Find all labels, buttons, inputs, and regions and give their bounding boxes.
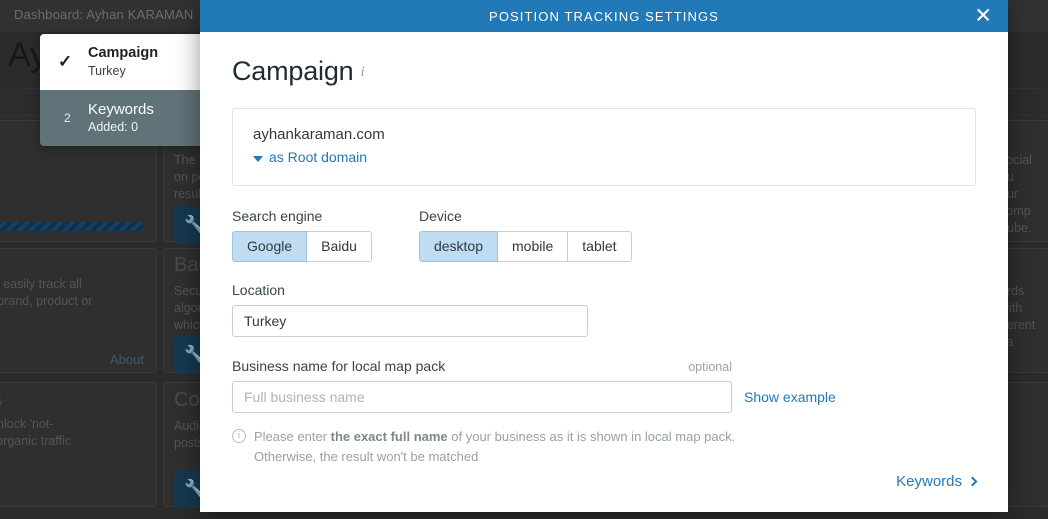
background-topbar-title: Dashboard: Ayhan KARAMAN [14,7,194,22]
step-title-campaign: Campaign [88,45,159,61]
next-step-keywords-button[interactable]: Keywords [896,473,978,490]
position-tracking-settings-dialog: POSITION TRACKING SETTINGS ✕ Campaign i a… [200,0,1008,512]
dialog-footer: Keywords [200,473,1008,512]
page-title-text: Campaign [232,56,354,86]
device-option-tablet[interactable]: tablet [567,230,632,262]
business-name-input[interactable] [232,380,732,413]
domain-type-selector[interactable]: as Root domain [253,149,367,165]
domain-type-label: as Root domain [269,149,368,165]
hint-prefix: Please enter [254,428,331,444]
step-check-icon: ✓ [58,52,73,71]
background-card-text: ounts to unlock 'not- he actual organic … [0,417,72,448]
background-progress-bar [0,222,145,231]
device-segmented-control: desktop mobile tablet [418,230,632,262]
next-step-label: Keywords [896,473,962,490]
device-option-desktop[interactable]: desktop [418,230,499,262]
location-input[interactable] [232,304,588,337]
engine-device-row: Search engine Google Baidu Device deskto… [232,208,976,262]
search-engine-label: Search engine [232,207,323,224]
location-block: Location [232,282,976,337]
location-label: Location [232,281,285,298]
business-input-row: Show example [232,380,976,413]
search-engine-block: Search engine Google Baidu [232,208,372,262]
business-label-row: Business name for local map pack optiona… [232,358,732,381]
dialog-header: POSITION TRACKING SETTINGS ✕ [200,0,1008,32]
chevron-right-icon [967,476,978,486]
step-subtitle-campaign: Turkey [88,64,126,78]
business-name-block: Business name for local map pack optiona… [232,358,976,413]
domain-card: ayhankaraman.com as Root domain [232,108,976,186]
close-icon[interactable]: ✕ [974,5,992,27]
dialog-title: POSITION TRACKING SETTINGS [489,8,719,24]
hint-bold: the exact full name [330,428,448,444]
wizard-steps: ✓ Campaign Turkey 2 Keywords Added: 0 [40,34,203,146]
background-card-about-link: About [110,352,144,367]
device-block: Device desktop mobile tablet [418,207,632,262]
device-label: Device [418,207,462,224]
chevron-down-icon [253,155,263,162]
search-engine-option-google[interactable]: Google [232,230,308,262]
business-name-hint-text: Please enter the exact full name of your… [254,427,754,467]
background-card-title: s [0,389,2,412]
step-title-keywords: Keywords [88,101,154,118]
step-subtitle-keywords: Added: 0 [88,120,139,134]
background-card-text: ows you to easily track all mpetitors' b… [0,277,93,308]
sidebar-item-campaign[interactable]: ✓ Campaign Turkey [40,34,203,90]
domain-name: ayhankaraman.com [253,126,385,143]
business-name-hint: i Please enter the exact full name of yo… [232,427,976,467]
sidebar-item-keywords[interactable]: 2 Keywords Added: 0 [40,90,203,146]
business-name-label: Business name for local map pack [232,357,446,374]
info-icon[interactable]: i [360,64,364,80]
dialog-body: Campaign i ayhankaraman.com as Root domai… [200,32,1008,473]
show-example-link[interactable]: Show example [744,389,836,405]
business-optional-tag: optional [688,359,732,374]
info-icon: i [232,428,246,443]
device-option-mobile[interactable]: mobile [497,230,569,262]
search-engine-option-baidu[interactable]: Baidu [306,230,372,262]
page-title: Campaign i [232,56,976,87]
search-engine-segmented-control: Google Baidu [232,230,372,262]
step-number-keywords: 2 [64,111,71,125]
